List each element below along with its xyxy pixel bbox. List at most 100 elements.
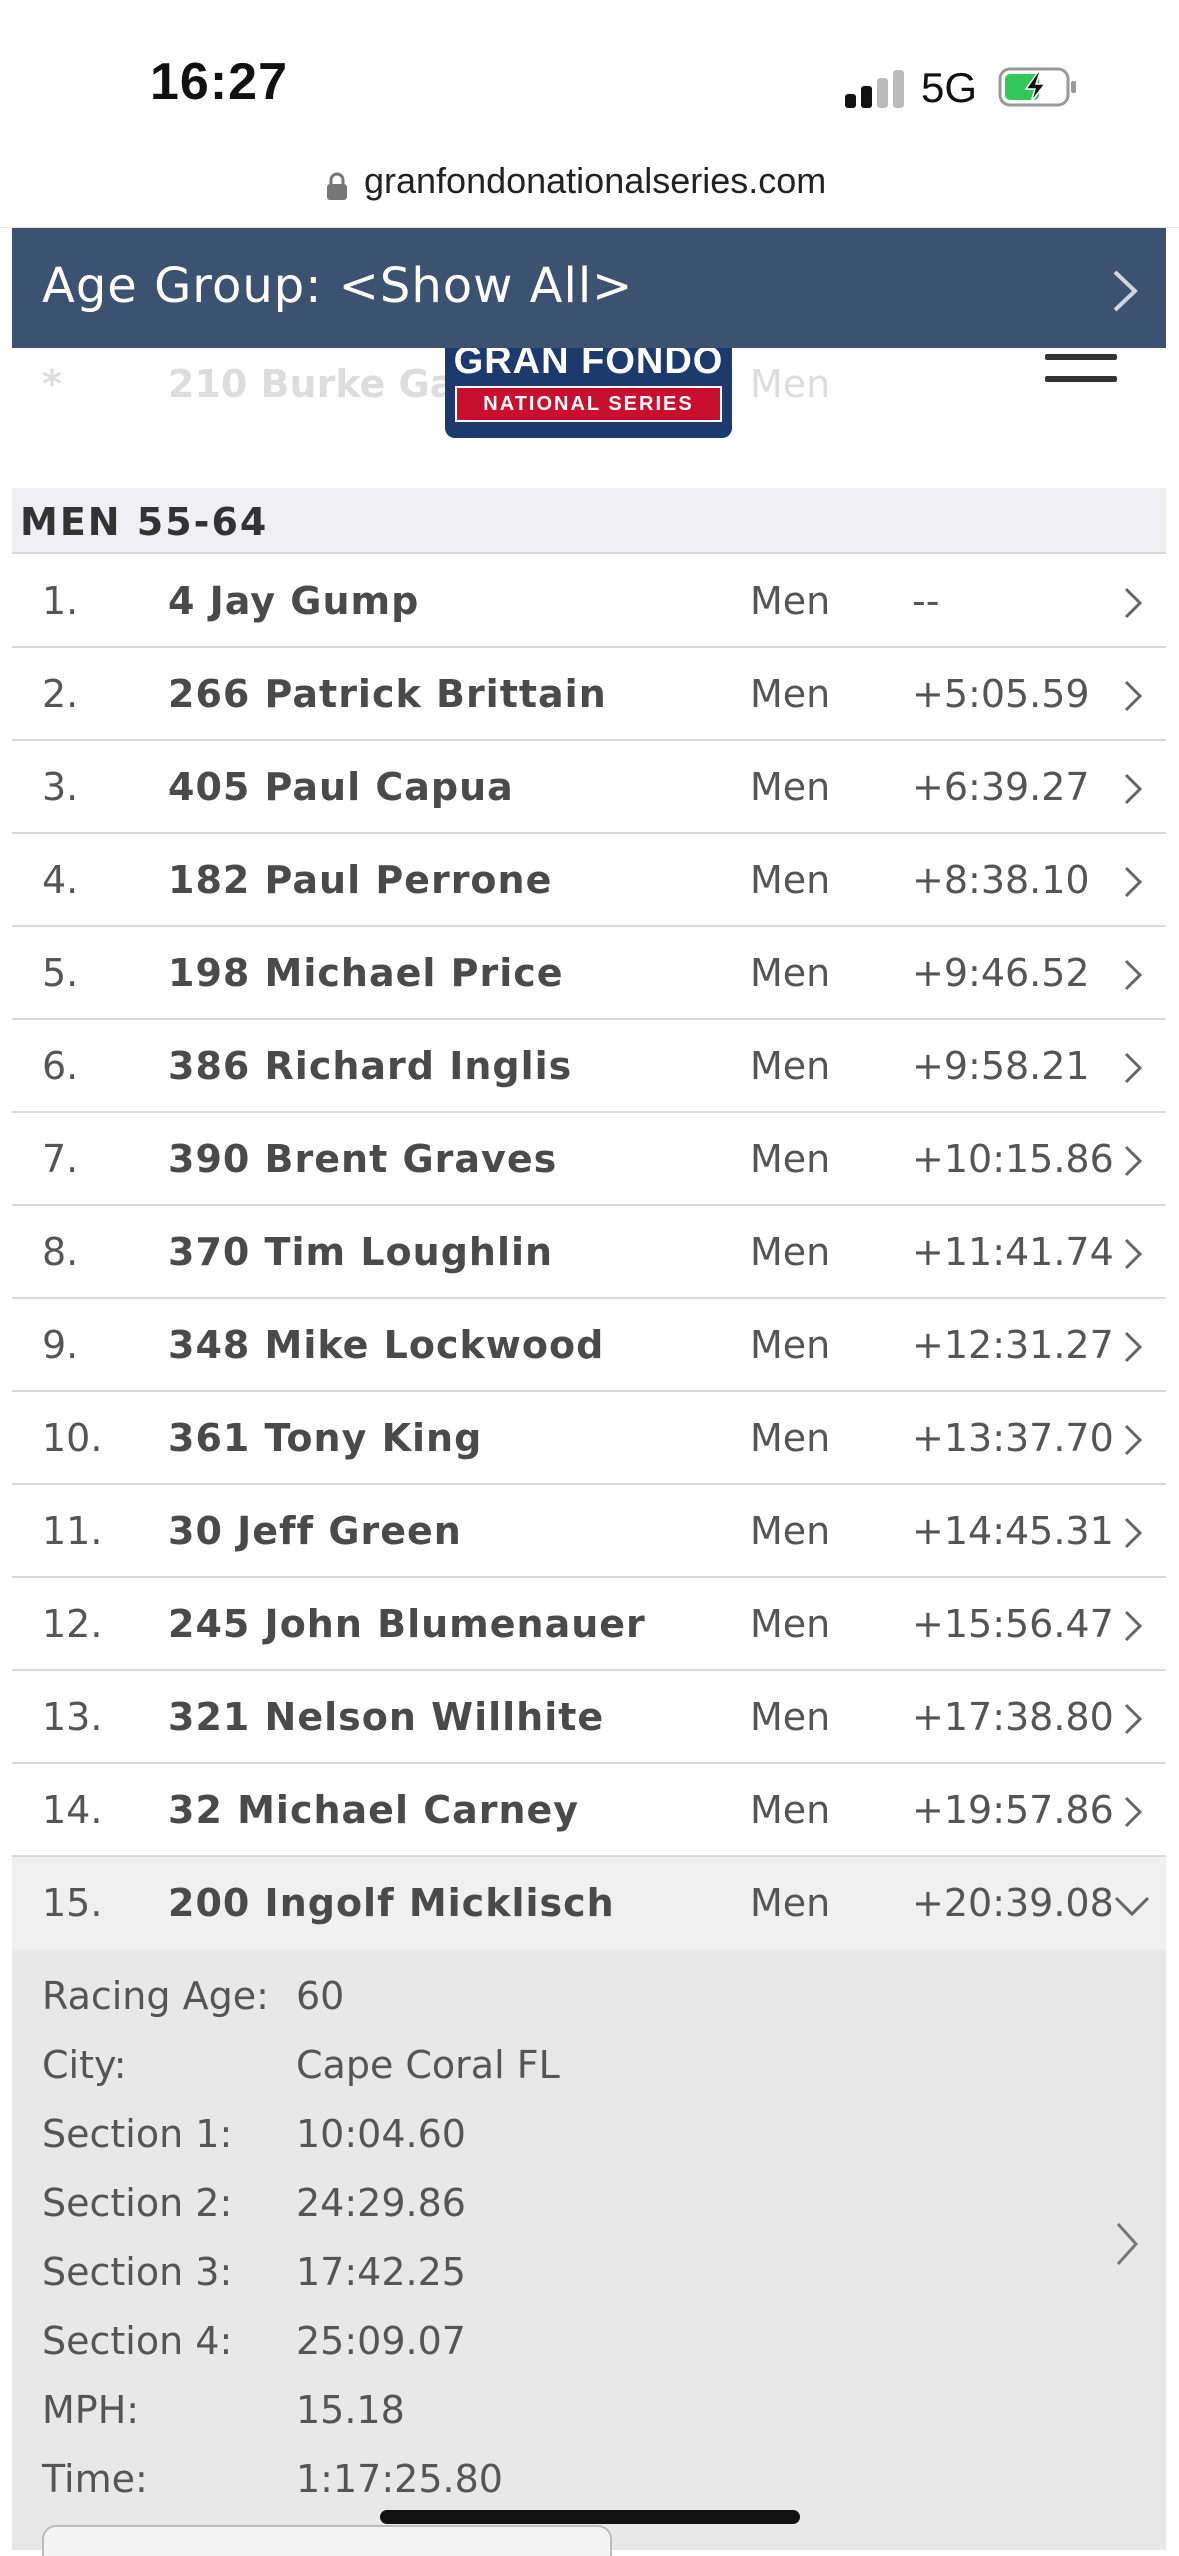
result-row[interactable]: 12. 245 John Blumenauer Men +15:56.47: [12, 1578, 1166, 1671]
result-category: Men: [750, 858, 831, 902]
result-name: 200 Ingolf Micklisch: [168, 1881, 615, 1925]
result-row[interactable]: 3. 405 Paul Capua Men +6:39.27: [12, 741, 1166, 834]
result-position: 11.: [42, 1509, 103, 1553]
status-bar: 16:27 5G: [0, 0, 1179, 150]
result-category: Men: [750, 1788, 831, 1832]
detail-value: 24:29.86: [296, 2181, 466, 2225]
ghost-position: *: [42, 362, 62, 406]
result-name: 182 Paul Perrone: [168, 858, 553, 902]
result-row-expanded[interactable]: 15. 200 Ingolf Micklisch Men +20:39.08: [12, 1857, 1166, 1950]
detail-value: 17:42.25: [296, 2250, 466, 2294]
result-gap: +8:38.10: [912, 858, 1090, 902]
result-position: 5.: [42, 951, 79, 995]
result-name: 386 Richard Inglis: [168, 1044, 573, 1088]
result-category: Men: [750, 765, 831, 809]
detail-label: City:: [42, 2043, 127, 2087]
result-row[interactable]: 2. 266 Patrick Brittain Men +5:05.59: [12, 648, 1166, 741]
chevron-right-icon: [1124, 587, 1143, 619]
result-row[interactable]: 5. 198 Michael Price Men +9:46.52: [12, 927, 1166, 1020]
result-name: 321 Nelson Willhite: [168, 1695, 605, 1739]
result-position: 1.: [42, 579, 79, 623]
chevron-right-icon[interactable]: [1110, 2218, 1144, 2270]
result-category: Men: [750, 672, 831, 716]
lock-icon: [327, 172, 347, 200]
detail-label: Section 3:: [42, 2250, 233, 2294]
cellular-signal-icon: [845, 68, 905, 108]
chevron-right-icon: [1124, 1796, 1143, 1828]
result-details-panel: Racing Age: 60 City: Cape Coral FL Secti…: [12, 1950, 1166, 2556]
result-position: 3.: [42, 765, 79, 809]
url-bar[interactable]: granfondonationalseries.com: [0, 150, 1179, 228]
chevron-right-icon: [1124, 1331, 1143, 1363]
result-row[interactable]: 10. 361 Tony King Men +13:37.70: [12, 1392, 1166, 1485]
logo-subtitle: NATIONAL SERIES: [455, 386, 722, 422]
detail-label: Section 2:: [42, 2181, 233, 2225]
result-name: 30 Jeff Green: [168, 1509, 462, 1553]
detail-value: 1:17:25.80: [296, 2457, 503, 2501]
detail-value: 25:09.07: [296, 2319, 466, 2363]
result-row[interactable]: 8. 370 Tim Loughlin Men +11:41.74: [12, 1206, 1166, 1299]
result-category: Men: [750, 1509, 831, 1553]
chevron-right-icon: [1124, 1517, 1143, 1549]
result-gap: +10:15.86: [912, 1137, 1114, 1181]
result-row[interactable]: 6. 386 Richard Inglis Men +9:58.21: [12, 1020, 1166, 1113]
result-category: Men: [750, 1602, 831, 1646]
result-row[interactable]: 1. 4 Jay Gump Men --: [12, 555, 1166, 648]
home-indicator[interactable]: [380, 2510, 800, 2524]
result-category: Men: [750, 1230, 831, 1274]
result-name: 32 Michael Carney: [168, 1788, 580, 1832]
result-name: 361 Tony King: [168, 1416, 483, 1460]
detail-label: Racing Age:: [42, 1974, 269, 2018]
detail-label: Time:: [42, 2457, 148, 2501]
result-name: 390 Brent Graves: [168, 1137, 558, 1181]
detail-label: Section 1:: [42, 2112, 233, 2156]
result-position: 10.: [42, 1416, 103, 1460]
result-gap: +13:37.70: [912, 1416, 1114, 1460]
result-gap: +20:39.08: [912, 1881, 1114, 1925]
result-category: Men: [750, 579, 831, 623]
result-gap: +9:46.52: [912, 951, 1090, 995]
result-category: Men: [750, 951, 831, 995]
result-gap: +11:41.74: [912, 1230, 1114, 1274]
network-type: 5G: [921, 64, 978, 111]
results-list: 1. 4 Jay Gump Men -- 2. 266 Patrick Brit…: [12, 555, 1166, 2556]
gran-fondo-logo[interactable]: GRAN FONDO NATIONAL SERIES: [445, 340, 732, 438]
result-row[interactable]: 13. 321 Nelson Willhite Men +17:38.80: [12, 1671, 1166, 1764]
chevron-right-icon: [1124, 680, 1143, 712]
result-position: 15.: [42, 1881, 103, 1925]
age-group-selector[interactable]: Age Group: <Show All>: [12, 228, 1166, 348]
result-position: 6.: [42, 1044, 79, 1088]
category-header: MEN 55-64: [12, 488, 1166, 554]
chevron-right-icon: [1124, 866, 1143, 898]
result-gap: +19:57.86: [912, 1788, 1114, 1832]
details-action-button[interactable]: [42, 2525, 612, 2556]
result-position: 4.: [42, 858, 79, 902]
result-row[interactable]: 14. 32 Michael Carney Men +19:57.86: [12, 1764, 1166, 1857]
result-name: 405 Paul Capua: [168, 765, 514, 809]
result-row[interactable]: 11. 30 Jeff Green Men +14:45.31: [12, 1485, 1166, 1578]
url-text[interactable]: granfondonationalseries.com: [364, 160, 826, 202]
result-position: 13.: [42, 1695, 103, 1739]
hamburger-menu-icon[interactable]: [1045, 352, 1117, 386]
result-row[interactable]: 9. 348 Mike Lockwood Men +12:31.27: [12, 1299, 1166, 1392]
age-group-label: Age Group: <Show All>: [42, 258, 634, 314]
result-category: Men: [750, 1323, 831, 1367]
result-row[interactable]: 4. 182 Paul Perrone Men +8:38.10: [12, 834, 1166, 927]
result-gap: +17:38.80: [912, 1695, 1114, 1739]
category-title: MEN 55-64: [20, 500, 269, 544]
result-name: 348 Mike Lockwood: [168, 1323, 605, 1367]
result-position: 9.: [42, 1323, 79, 1367]
detail-value: 15.18: [296, 2388, 405, 2432]
chevron-right-icon: [1124, 1424, 1143, 1456]
result-name: 198 Michael Price: [168, 951, 564, 995]
result-row[interactable]: 7. 390 Brent Graves Men +10:15.86: [12, 1113, 1166, 1206]
result-category: Men: [750, 1695, 831, 1739]
result-gap: +14:45.31: [912, 1509, 1114, 1553]
result-gap: +15:56.47: [912, 1602, 1114, 1646]
result-name: 245 John Blumenauer: [168, 1602, 646, 1646]
detail-label: Section 4:: [42, 2319, 233, 2363]
result-gap: +5:05.59: [912, 672, 1090, 716]
chevron-right-icon: [1124, 1610, 1143, 1642]
result-position: 12.: [42, 1602, 103, 1646]
status-time: 16:27: [150, 53, 288, 111]
